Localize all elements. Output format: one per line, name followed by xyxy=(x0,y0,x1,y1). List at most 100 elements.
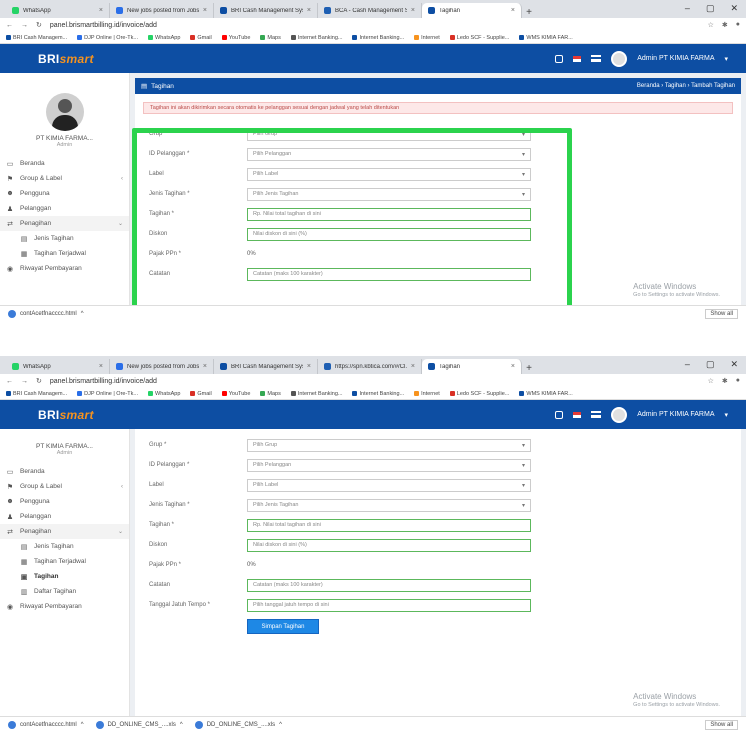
bookmark-item[interactable]: DJP Online | Ore-Tk... xyxy=(77,391,138,397)
browser-tab[interactable]: https://spn.kbtica.com/#/Cl... × xyxy=(318,359,422,374)
sidebar-item[interactable]: ⚑ Group & Label ‹ xyxy=(0,479,129,494)
notification-icon[interactable] xyxy=(555,54,564,63)
sidebar-item[interactable]: ▭ Beranda xyxy=(0,464,129,479)
download-item[interactable]: contAcetfnacccc.html ^ xyxy=(8,721,84,729)
reload-icon[interactable]: ↻ xyxy=(36,21,42,29)
download-item[interactable]: DD_ONLINE_CMS_....xls ^ xyxy=(194,721,282,729)
maximize-icon[interactable]: ▢ xyxy=(706,359,715,370)
bookmark-item[interactable]: Maps xyxy=(260,391,281,397)
bookmark-item[interactable]: Ledo SCF - Supplie... xyxy=(449,35,509,41)
input-field[interactable]: Rp. Nilai total tagihan di sini xyxy=(247,518,531,532)
new-tab-button[interactable]: + xyxy=(522,363,536,374)
browser-tab[interactable]: Tagihan × xyxy=(422,3,522,18)
user-menu-label[interactable]: Admin PT KIMIA FARMA xyxy=(637,411,714,418)
bookmark-item[interactable]: Gmail xyxy=(190,391,212,397)
select-field[interactable]: Pilih Pelanggan xyxy=(247,458,531,472)
bookmark-item[interactable]: YouTube xyxy=(221,391,250,397)
chevron-up-icon[interactable]: ^ xyxy=(81,311,84,317)
sidebar-item[interactable]: ▣ Tagihan xyxy=(0,569,129,584)
input-field[interactable]: Pilih tanggal jatuh tempo di sini xyxy=(247,598,531,612)
browser-tab[interactable]: BCA - Cash Management S... × xyxy=(318,3,422,18)
browser-tab[interactable]: BRI Cash Management Syst... × xyxy=(214,3,318,18)
input-field[interactable]: Catatan (maks 100 karakter) xyxy=(247,578,531,592)
browser-tab[interactable]: WhatsApp × xyxy=(6,3,110,18)
bookmark-item[interactable]: WMS KIMIA FAR... xyxy=(519,391,573,397)
sidebar-item[interactable]: ▥ Daftar Tagihan xyxy=(0,584,129,599)
user-avatar[interactable] xyxy=(611,50,628,67)
user-avatar[interactable] xyxy=(611,406,628,423)
bookmark-item[interactable]: Gmail xyxy=(190,35,212,41)
bookmark-item[interactable]: WhatsApp xyxy=(148,391,180,397)
bookmark-item[interactable]: Internet Banking... xyxy=(352,35,404,41)
sidebar-item[interactable]: ▤ Jenis Tagihan xyxy=(0,539,129,554)
tab-close-icon[interactable]: × xyxy=(411,363,415,370)
bookmark-item[interactable]: BRI Cash Managem... xyxy=(6,35,67,41)
bookmark-item[interactable]: Maps xyxy=(260,35,281,41)
bookmark-item[interactable]: WhatsApp xyxy=(148,35,180,41)
bookmark-item[interactable]: Internet Banking... xyxy=(290,35,342,41)
extensions-icon[interactable]: ✱ xyxy=(722,21,728,29)
sidebar-item[interactable]: ▦ Tagihan Terjadwal xyxy=(0,554,129,569)
bookmark-item[interactable]: WMS KIMIA FAR... xyxy=(519,35,573,41)
minimize-icon[interactable]: – xyxy=(685,3,690,14)
show-all-button[interactable]: Show all xyxy=(705,720,738,730)
language-flag-icon[interactable] xyxy=(573,411,582,418)
select-field[interactable]: Pilih Grup xyxy=(247,438,531,452)
sidebar-item[interactable]: ☻ Pengguna xyxy=(0,494,129,509)
tab-close-icon[interactable]: × xyxy=(307,7,311,14)
browser-tab[interactable]: Tagihan × xyxy=(422,359,522,374)
breadcrumb[interactable]: Beranda › Tagihan › Tambah Tagihan xyxy=(637,83,735,89)
sidebar-item[interactable]: ◉ Riwayat Pembayaran xyxy=(0,261,129,276)
input-field[interactable]: Nilai diskon di sini (%) xyxy=(247,538,531,552)
reload-icon[interactable]: ↻ xyxy=(36,377,42,385)
tab-close-icon[interactable]: × xyxy=(99,363,103,370)
sidebar-item[interactable]: ⚑ Group & Label ‹ xyxy=(0,171,129,186)
brismart-logo[interactable]: BRIsmart xyxy=(38,408,94,422)
browser-tab[interactable]: BRI Cash Management Syst... × xyxy=(214,359,318,374)
language-flag-icon[interactable] xyxy=(573,55,582,62)
extensions-icon[interactable]: ✱ xyxy=(722,377,728,385)
tab-close-icon[interactable]: × xyxy=(203,7,207,14)
sidebar-item[interactable]: ♟ Pelanggan xyxy=(0,201,129,216)
sidebar-item[interactable]: ▤ Jenis Tagihan xyxy=(0,231,129,246)
new-tab-button[interactable]: + xyxy=(522,7,536,18)
browser-tab[interactable]: WhatsApp × xyxy=(6,359,110,374)
chevron-down-icon[interactable]: ▾ xyxy=(724,55,728,63)
browser-tab[interactable]: New jobs posted from Jobs... × xyxy=(110,359,214,374)
chevron-up-icon[interactable]: ^ xyxy=(180,722,183,728)
user-menu-label[interactable]: Admin PT KIMIA FARMA xyxy=(637,55,714,62)
show-all-button[interactable]: Show all xyxy=(705,309,738,319)
url-field[interactable]: panel.brismartbilling.id/invoice/add xyxy=(50,378,700,385)
sidebar-item[interactable]: ♟ Pelanggan xyxy=(0,509,129,524)
tab-close-icon[interactable]: × xyxy=(99,7,103,14)
sidebar-item[interactable]: ▭ Beranda xyxy=(0,156,129,171)
bookmark-item[interactable]: Internet xyxy=(414,391,440,397)
tab-close-icon[interactable]: × xyxy=(203,363,207,370)
chevron-up-icon[interactable]: ^ xyxy=(81,722,84,728)
sidebar-item[interactable]: ◉ Riwayat Pembayaran xyxy=(0,599,129,614)
url-field[interactable]: panel.brismartbilling.id/invoice/add xyxy=(50,22,700,29)
bookmark-item[interactable]: Ledo SCF - Supplie... xyxy=(449,391,509,397)
brismart-logo[interactable]: BRIsmart xyxy=(38,52,94,66)
sidebar-item[interactable]: ⇄ Penagihan ⌄ xyxy=(0,524,129,539)
bookmark-item[interactable]: Internet xyxy=(414,35,440,41)
browser-tab[interactable]: New jobs posted from Jobs... × xyxy=(110,3,214,18)
bookmark-item[interactable]: BRI Cash Managem... xyxy=(6,391,67,397)
download-item[interactable]: DD_ONLINE_CMS_....xls ^ xyxy=(95,721,183,729)
sidebar-item[interactable]: ☻ Pengguna xyxy=(0,186,129,201)
select-field[interactable]: Pilih Jenis Tagihan xyxy=(247,498,531,512)
bookmark-item[interactable]: Internet Banking... xyxy=(290,391,342,397)
back-icon[interactable]: ← xyxy=(6,378,13,385)
bookmark-item[interactable]: Internet Banking... xyxy=(352,391,404,397)
tab-close-icon[interactable]: × xyxy=(511,7,515,14)
menu-toggle-icon[interactable] xyxy=(591,411,602,418)
close-icon[interactable]: ✕ xyxy=(730,359,738,370)
download-item[interactable]: contAcetfnacccc.html ^ xyxy=(8,310,84,318)
sidebar-item[interactable]: ▦ Tagihan Terjadwal xyxy=(0,246,129,261)
chevron-down-icon[interactable]: ▾ xyxy=(724,411,728,419)
star-icon[interactable]: ☆ xyxy=(708,21,714,29)
tab-close-icon[interactable]: × xyxy=(511,363,515,370)
star-icon[interactable]: ☆ xyxy=(708,377,714,385)
tab-close-icon[interactable]: × xyxy=(307,363,311,370)
forward-icon[interactable]: → xyxy=(21,378,28,385)
